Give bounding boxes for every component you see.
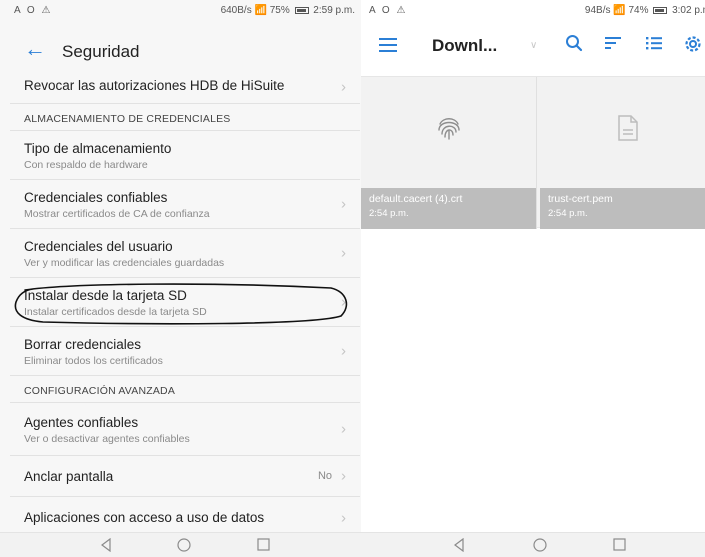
- document-icon: [617, 114, 639, 147]
- settings-item-screen-pinning[interactable]: Anclar pantalla No ›: [10, 456, 360, 497]
- settings-item-title: Borrar credenciales: [24, 337, 142, 352]
- downloads-screen: A O ⚠ 94B/s 📶 74% 3:02 p.m Downl... ∨: [361, 0, 705, 557]
- settings-item-trusted-credentials[interactable]: Credenciales confiables Mostrar certific…: [10, 180, 360, 229]
- file-time: 2:54 p.m.: [369, 208, 409, 219]
- settings-screen: A O ⚠ 640B/s 📶 75% 2:59 p.m. ← Seguridad…: [0, 0, 361, 557]
- settings-item-install-from-sd[interactable]: Instalar desde la tarjeta SD Instalar ce…: [10, 278, 360, 327]
- settings-item-subtitle: Con respaldo de hardware: [24, 159, 148, 171]
- settings-item-trust-agents[interactable]: Agentes confiables Ver o desactivar agen…: [10, 403, 360, 456]
- navigation-bar: [0, 532, 361, 557]
- status-left-icons: A O ⚠: [369, 5, 408, 16]
- recents-square-icon[interactable]: [257, 538, 270, 556]
- back-arrow-icon[interactable]: ←: [24, 38, 46, 60]
- file-time: 2:54 p.m.: [548, 208, 588, 219]
- settings-item-storage-type[interactable]: Tipo de almacenamiento Con respaldo de h…: [10, 131, 360, 180]
- settings-item-subtitle: Ver y modificar las credenciales guardad…: [24, 257, 225, 269]
- settings-item-title: Credenciales confiables: [24, 190, 168, 205]
- file-tile-pem[interactable]: trust-cert.pem 2:54 p.m.: [540, 77, 705, 229]
- navigation-bar: [361, 532, 705, 557]
- chevron-right-icon: ›: [341, 78, 346, 95]
- recents-square-icon[interactable]: [613, 538, 626, 556]
- file-name: default.cacert (4).crt: [369, 193, 463, 205]
- battery-percent: 75%: [269, 5, 290, 16]
- settings-item-title: Agentes confiables: [24, 415, 139, 430]
- settings-item-title: Aplicaciones con acceso a uso de datos: [24, 510, 265, 525]
- page-title: Downl...: [432, 36, 498, 55]
- section-header-advanced: CONFIGURACIÓN AVANZADA: [10, 376, 360, 403]
- status-left-icons: A O ⚠: [14, 5, 53, 16]
- status-bar: A O ⚠ 94B/s 📶 74% 3:02 p.m: [361, 0, 705, 26]
- settings-item-title: Instalar desde la tarjeta SD: [24, 288, 187, 303]
- settings-item-subtitle: Mostrar certificados de CA de confianza: [24, 208, 210, 220]
- battery-percent: 74%: [628, 5, 649, 16]
- home-circle-icon[interactable]: [533, 538, 547, 557]
- chevron-down-icon[interactable]: ∨: [530, 40, 537, 51]
- settings-list: Revocar las autorizaciones HDB de HiSuit…: [10, 70, 360, 538]
- back-triangle-icon[interactable]: [100, 537, 112, 557]
- settings-item-user-credentials[interactable]: Credenciales del usuario Ver y modificar…: [10, 229, 360, 278]
- status-bar: A O ⚠ 640B/s 📶 75% 2:59 p.m.: [0, 0, 361, 22]
- search-icon[interactable]: [565, 34, 583, 57]
- list-view-icon[interactable]: [645, 34, 663, 57]
- network-speed: 94B/s: [584, 5, 611, 16]
- settings-item-subtitle: Ver o desactivar agentes confiables: [24, 433, 190, 445]
- settings-item-revoke-hdb[interactable]: Revocar las autorizaciones HDB de HiSuit…: [10, 70, 360, 104]
- file-tile-crt[interactable]: default.cacert (4).crt 2:54 p.m.: [361, 77, 537, 229]
- app-bar: ← Seguridad: [0, 33, 361, 69]
- wifi-icon: 📶: [613, 5, 626, 16]
- status-time: 3:02 p.m: [672, 5, 705, 16]
- settings-item-clear-credentials[interactable]: Borrar credenciales Eliminar todos los c…: [10, 327, 360, 376]
- settings-item-subtitle: Eliminar todos los certificados: [24, 355, 163, 367]
- file-name: trust-cert.pem: [548, 193, 613, 205]
- settings-item-subtitle: Instalar certificados desde la tarjeta S…: [24, 306, 207, 318]
- sort-icon[interactable]: [604, 34, 622, 57]
- settings-item-value: No: [317, 470, 332, 482]
- chevron-right-icon: ›: [341, 195, 346, 213]
- settings-gear-icon[interactable]: [683, 34, 703, 59]
- network-speed: 640B/s: [220, 5, 252, 16]
- chevron-right-icon: ›: [341, 509, 346, 526]
- section-header-credential-storage: ALMACENAMIENTO DE CREDENCIALES: [10, 104, 360, 131]
- chevron-right-icon: ›: [341, 342, 346, 360]
- fingerprint-icon: [435, 114, 463, 147]
- page-title: Seguridad: [62, 42, 140, 61]
- battery-icon: [294, 6, 309, 14]
- settings-item-title: Credenciales del usuario: [24, 239, 173, 254]
- chevron-right-icon: ›: [341, 293, 346, 311]
- chevron-right-icon: ›: [341, 467, 346, 485]
- hamburger-menu-icon[interactable]: [379, 38, 397, 52]
- chevron-right-icon: ›: [341, 244, 346, 262]
- back-triangle-icon[interactable]: [453, 537, 465, 557]
- settings-item-title: Anclar pantalla: [24, 469, 114, 484]
- settings-item-title: Revocar las autorizaciones HDB de HiSuit…: [24, 78, 285, 93]
- home-circle-icon[interactable]: [177, 538, 191, 557]
- status-time: 2:59 p.m.: [313, 5, 355, 16]
- settings-item-title: Tipo de almacenamiento: [24, 141, 172, 156]
- file-grid: default.cacert (4).crt 2:54 p.m. trust-c…: [361, 76, 705, 229]
- app-bar: Downl... ∨: [361, 26, 705, 68]
- wifi-icon: 📶: [254, 5, 267, 16]
- chevron-right-icon: ›: [341, 420, 346, 438]
- battery-icon: [653, 6, 668, 14]
